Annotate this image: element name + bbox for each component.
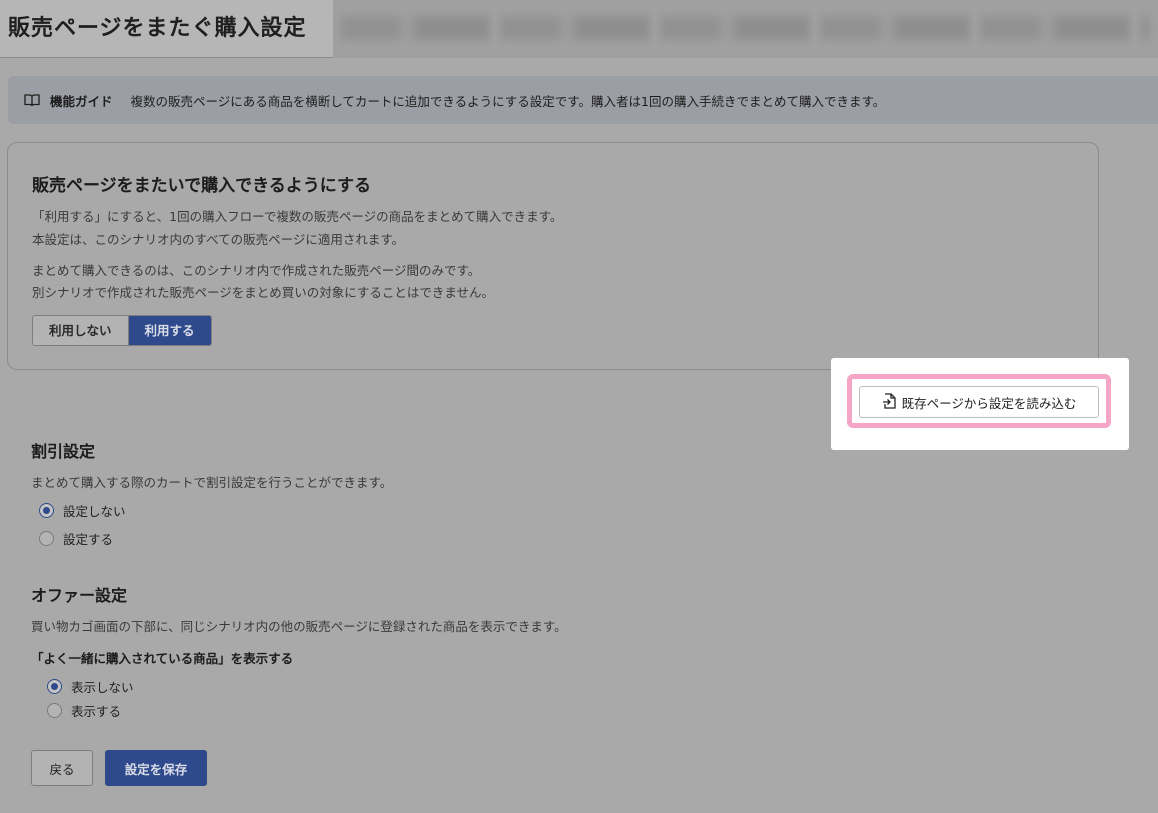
cross-purchase-desc-4: 別シナリオで作成された販売ページをまとめ買いの対象にすることはできません。 xyxy=(32,285,495,300)
back-button[interactable]: 戻る xyxy=(31,750,93,786)
offer-heading: オファー設定 xyxy=(31,586,128,605)
book-icon xyxy=(24,93,40,107)
cross-purchase-card: 販売ページをまたいで購入できるようにする 「利用する」にすると、1回の購入フロー… xyxy=(7,142,1099,370)
offer-sub-label: 「よく一緒に購入されている商品」を表示する xyxy=(31,651,294,666)
feature-guide-banner: 機能ガイド 複数の販売ページにある商品を横断してカートに追加できるようにする設定… xyxy=(8,76,1158,124)
radio-discount-none[interactable]: 設定しない xyxy=(39,501,126,520)
radio-button[interactable] xyxy=(39,531,54,546)
file-import-icon xyxy=(882,392,896,412)
load-from-existing-page-button[interactable]: 既存ページから設定を読み込む xyxy=(859,386,1099,418)
offer-desc: 買い物カゴ画面の下部に、同じシナリオ内の他の販売ページに登録された商品を表示でき… xyxy=(31,619,567,634)
option-use[interactable]: 利用する xyxy=(128,316,211,345)
save-settings-button[interactable]: 設定を保存 xyxy=(105,750,207,786)
usage-toggle: 利用しない 利用する xyxy=(32,315,212,346)
radio-label: 表示しない xyxy=(71,680,134,695)
radio-discount-set[interactable]: 設定する xyxy=(39,529,113,548)
cross-purchase-desc-3: まとめて購入できるのは、このシナリオ内で作成された販売ページ間のみです。 xyxy=(32,263,481,278)
radio-offer-hide[interactable]: 表示しない xyxy=(47,677,134,696)
guide-label: 機能ガイド xyxy=(50,93,113,109)
title-container: 販売ページをまたぐ購入設定 xyxy=(0,0,333,58)
blurred-breadcrumb xyxy=(340,16,1150,40)
cross-purchase-desc-1: 「利用する」にすると、1回の購入フローで複数の販売ページの商品をまとめて購入でき… xyxy=(32,209,563,224)
radio-button[interactable] xyxy=(47,679,62,694)
radio-label: 表示する xyxy=(71,704,122,719)
radio-button[interactable] xyxy=(39,503,54,518)
option-do-not-use[interactable]: 利用しない xyxy=(33,316,129,345)
page-title: 販売ページをまたぐ購入設定 xyxy=(8,16,307,41)
spotlight-highlight: 既存ページから設定を読み込む xyxy=(831,358,1129,450)
cross-purchase-desc-2: 本設定は、このシナリオ内のすべての販売ページに適用されます。 xyxy=(32,232,405,247)
guide-text: 複数の販売ページにある商品を横断してカートに追加できるようにする設定です。購入者… xyxy=(130,93,886,109)
discount-desc: まとめて購入する際のカートで割引設定を行うことができます。 xyxy=(31,475,393,490)
radio-offer-show[interactable]: 表示する xyxy=(47,701,121,720)
discount-heading: 割引設定 xyxy=(31,442,96,461)
radio-button[interactable] xyxy=(47,703,62,718)
load-button-label: 既存ページから設定を読み込む xyxy=(901,395,1077,411)
header-bar: 販売ページをまたぐ購入設定 xyxy=(0,0,1158,58)
radio-label: 設定しない xyxy=(63,504,126,519)
cross-purchase-heading: 販売ページをまたいで購入できるようにする xyxy=(32,176,371,196)
radio-label: 設定する xyxy=(63,532,114,547)
